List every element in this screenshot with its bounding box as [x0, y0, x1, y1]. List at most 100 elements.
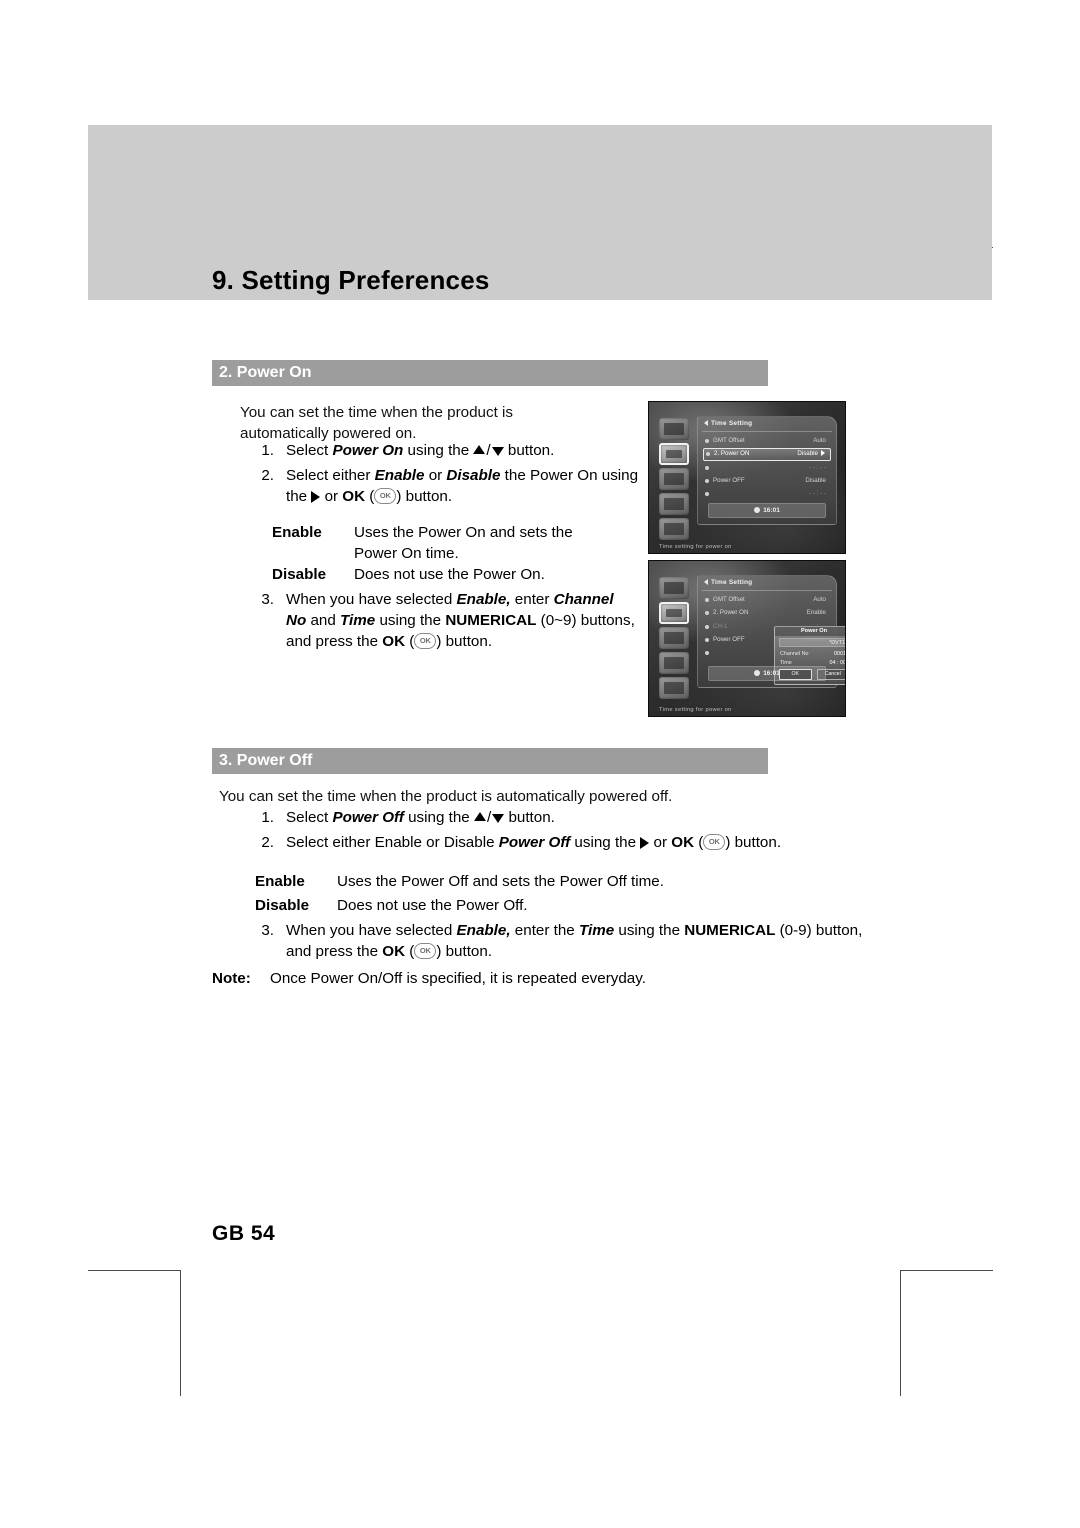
arrow-up-icon: [473, 445, 486, 455]
step-number: 1.: [261, 809, 274, 826]
step-number: 3.: [261, 922, 274, 939]
step-text: Select either Enable or Disable Power Of…: [286, 833, 782, 851]
power-on-intro: You can set the time when the product is…: [240, 404, 513, 442]
osd-panel-title: Time Setting: [704, 420, 752, 427]
osd-panel-divider: [702, 590, 832, 591]
back-arrow-icon: [704, 579, 708, 586]
power-off-definition-enable: Enable Uses the Power Off and sets the P…: [255, 871, 875, 892]
arrow-down-icon: [492, 814, 505, 824]
step-number: 1.: [261, 442, 274, 459]
power-off-step-1: 1. Select Power Off using the / button.: [240, 807, 760, 828]
bullet-icon: [705, 465, 709, 470]
power-off-intro: You can set the time when the product is…: [219, 788, 673, 805]
dialog-title: Power On: [775, 627, 845, 636]
ok-button-icon: OK: [703, 833, 726, 850]
ok-button-icon: OK: [414, 942, 437, 959]
osd-panel-divider: [702, 431, 832, 432]
note-row: Note: Once Power On/Off is specified, it…: [212, 968, 852, 989]
page-number: GB 54: [212, 1222, 276, 1245]
screenshot-time-setting-power-on: Time Setting GMT Offset Auto 2. Power ON…: [648, 401, 846, 554]
section-header-power-off-label: 3. Power Off: [219, 752, 313, 769]
osd-panel-title: Time Setting: [704, 579, 752, 586]
chevron-right-icon: [821, 450, 825, 457]
osd-clock: 16:01: [708, 503, 826, 518]
definition-description: Uses the Power Off and sets the Power Of…: [337, 873, 664, 890]
osd-panel: Time Setting GMT Offset Auto 2. Power ON…: [697, 416, 837, 525]
step-number: 2.: [261, 834, 274, 851]
osd-row-power-on-time[interactable]: - - : - -: [703, 462, 831, 473]
osd-sidebar: [659, 418, 689, 540]
power-off-step-3: 3. When you have selected Enable, enter …: [240, 920, 868, 962]
ok-button-icon: OK: [374, 487, 397, 504]
bullet-icon: [705, 624, 709, 629]
sidebar-icon-recording: [659, 627, 689, 649]
sidebar-icon-installation: [659, 418, 689, 440]
sidebar-icon-system: [659, 652, 689, 674]
dialog-channel-name: *DVT1: [779, 638, 845, 647]
arrow-right-icon: [640, 836, 650, 849]
power-on-step-3: 3. When you have selected Enable, enter …: [240, 589, 635, 652]
arrow-down-icon: [491, 447, 504, 457]
osd-hint-text: Time setting for power on: [659, 707, 732, 713]
dialog-field-channel-no[interactable]: Channel No 0001: [780, 650, 845, 658]
note-label: Note:: [212, 970, 251, 987]
section-header-power-off: 3. Power Off: [212, 748, 768, 774]
step-text: When you have selected Enable, enter Cha…: [286, 591, 635, 650]
arrow-right-icon: [311, 490, 321, 503]
step-text: Select Power On using the / button.: [286, 442, 555, 459]
clock-icon: [754, 507, 761, 514]
step-number: 3.: [261, 591, 274, 608]
bullet-icon: [706, 452, 710, 456]
crop-mark-bottom-right: [900, 1270, 993, 1396]
definition-description: Does not use the Power Off.: [337, 897, 528, 914]
definition-description: Does not use the Power On.: [354, 566, 545, 583]
osd-row-power-off[interactable]: Power OFF Disable: [703, 475, 831, 486]
section-header-power-on-label: 2. Power On: [219, 364, 312, 381]
step-text: Select Power Off using the / button.: [286, 809, 555, 826]
sidebar-icon-recording: [659, 468, 689, 490]
sidebar-icon-system: [659, 493, 689, 515]
sidebar-icon-search: [659, 677, 689, 699]
osd-hint-text: Time setting for power on: [659, 544, 732, 550]
definition-term: Enable: [255, 873, 305, 890]
power-on-step-2: 2. Select either Enable or Disable the P…: [240, 465, 640, 507]
bullet-icon: [705, 478, 709, 483]
arrow-up-icon: [473, 812, 486, 822]
section-header-power-on: 2. Power On: [212, 360, 768, 386]
power-off-definition-disable: Disable Does not use the Power Off.: [255, 895, 875, 916]
power-on-definition-disable: Disable Does not use the Power On.: [272, 564, 652, 585]
osd-panel: Time Setting GMT Offset Auto 2. Power ON…: [697, 575, 845, 688]
ok-button-icon: OK: [414, 632, 437, 649]
back-arrow-icon: [704, 420, 708, 427]
power-on-definition-enable: Enable Uses the Power On and sets the Po…: [272, 522, 652, 564]
osd-row-gmt-offset[interactable]: GMT Offset Auto: [703, 435, 831, 446]
osd-row-gmt-offset[interactable]: GMT Offset Auto: [703, 594, 831, 605]
page-title: 9. Setting Preferences: [212, 265, 490, 295]
note-text: Once Power On/Off is specified, it is re…: [270, 970, 646, 987]
sidebar-icon-installation: [659, 577, 689, 599]
bullet-icon: [705, 610, 709, 615]
definition-term: Disable: [255, 897, 310, 914]
definition-term: Enable: [272, 524, 322, 541]
power-off-step-2: 2. Select either Enable or Disable Power…: [240, 832, 860, 853]
definition-term: Disable: [272, 566, 327, 583]
osd-clock: 16:01: [708, 666, 826, 681]
osd-row-power-off-time[interactable]: - - : - -: [703, 488, 831, 499]
bullet-icon: [705, 650, 709, 655]
bullet-icon: [705, 491, 709, 496]
bullet-icon: [705, 637, 709, 642]
crop-mark-bottom-left: [88, 1270, 181, 1396]
step-text: Select either Enable or Disable the Powe…: [286, 467, 639, 505]
definition-description: Uses the Power On and sets the Power On …: [354, 524, 573, 562]
step-text: When you have selected Enable, enter the…: [286, 922, 863, 960]
osd-row-power-on[interactable]: 2. Power ON Disable: [703, 448, 831, 461]
osd-row-power-on[interactable]: 2. Power ON Enable: [703, 607, 831, 618]
clock-icon: [754, 670, 761, 677]
bullet-icon: [705, 438, 709, 443]
screenshot-time-setting-power-on-dialog: Time Setting GMT Offset Auto 2. Power ON…: [648, 560, 846, 717]
osd-sidebar: [659, 577, 689, 699]
power-on-step-1: 1. Select Power On using the / button.: [240, 440, 640, 461]
power-on-keyword: Power On: [332, 442, 404, 459]
bullet-icon: [705, 597, 709, 602]
step-number: 2.: [261, 467, 274, 484]
